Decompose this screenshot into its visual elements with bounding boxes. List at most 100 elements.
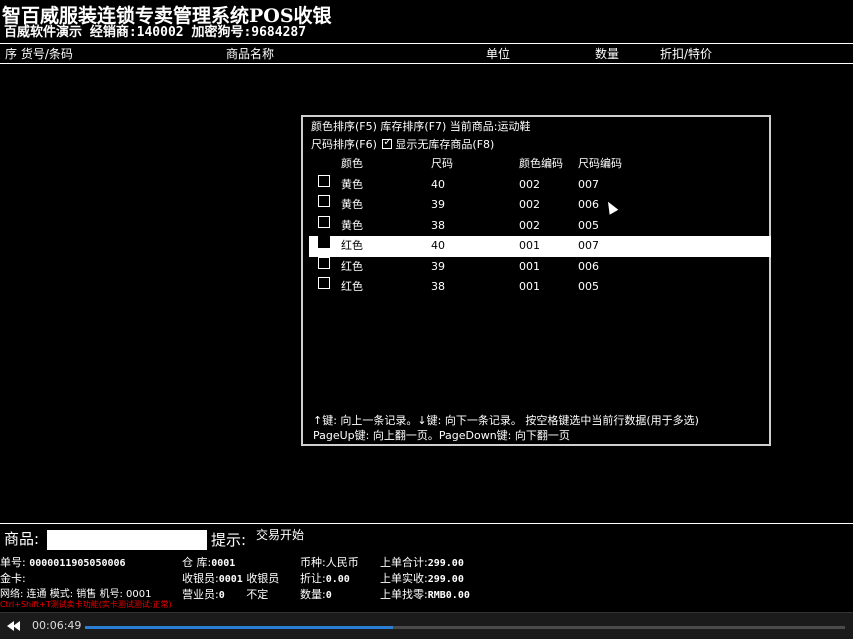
seek-bar-progress — [85, 626, 393, 629]
hint-label: 提示: — [211, 531, 247, 549]
row-checkbox[interactable] — [318, 195, 330, 208]
currency-label: 币种: — [300, 556, 326, 569]
table-row[interactable]: 黄色 38 002 005 — [309, 215, 771, 236]
ctrl-shortcut-hint: Ctrl+Shift+T测试卖卡功能(实卡测试测试:正常) — [0, 600, 172, 609]
row-checkbox[interactable] — [318, 256, 330, 269]
col-size-code: 尺码编码 — [578, 157, 622, 170]
show-no-stock-checkbox[interactable] — [382, 137, 393, 149]
row-size: 40 — [431, 239, 445, 253]
table-row[interactable]: 黄色 39 002 006 — [309, 195, 771, 215]
cashier-value: 0001 — [218, 574, 243, 585]
hint-message: 交易开始 — [256, 528, 305, 542]
row-checkbox[interactable] — [318, 215, 330, 228]
row-color: 红色 — [341, 279, 363, 293]
row-color-code: 001 — [519, 239, 540, 253]
row-color: 黄色 — [341, 218, 363, 232]
row-size-code: 007 — [578, 239, 599, 253]
row-checkbox-checked[interactable] — [318, 236, 330, 249]
last-paid-label: 上单实收: — [380, 572, 428, 585]
row-color-code: 002 — [519, 218, 540, 232]
salesperson: 营业员:0 不定 — [182, 588, 268, 602]
variant-table-header: 颜色 尺码 颜色编码 尺码编码 — [309, 157, 769, 171]
row-color-code: 001 — [519, 259, 540, 273]
help-line-arrows: ↑键: 向上一条记录。↓键: 向下一条记录。 按空格键选中当前行数据(用于多选) — [313, 414, 699, 427]
row-size-code: 005 — [578, 218, 599, 232]
video-player-bar: 00:06:49 — [0, 612, 853, 639]
color-size-dialog: 颜色排序(F5) 库存排序(F7) 当前商品:运动鞋 尺码排序(F6) 显示无库… — [301, 115, 771, 446]
seek-bar[interactable] — [85, 626, 845, 629]
row-size-code: 006 — [578, 198, 599, 212]
row-color: 黄色 — [341, 198, 363, 212]
order-number: 单号: 0000011905050006 — [0, 556, 126, 570]
discount-value: 0.00 — [325, 574, 350, 585]
warehouse-label: 仓 库: — [182, 556, 212, 569]
quantity-label: 数量: — [300, 588, 326, 601]
size-sort-option[interactable]: 尺码排序(F6) — [311, 138, 377, 151]
table-row-selected[interactable]: 红色 40 001 007 — [309, 236, 771, 257]
order-number-value: 0000011905050006 — [29, 558, 126, 569]
row-checkbox[interactable] — [318, 175, 330, 187]
cashier-label: 收银员: — [182, 572, 219, 585]
product-label: 商品: — [4, 530, 40, 548]
row-color-code: 002 — [519, 178, 540, 191]
col-seq-code: 序 货号/条码 — [5, 47, 73, 61]
table-row[interactable]: 红色 39 001 006 — [309, 256, 771, 277]
row-size-code: 005 — [578, 279, 599, 293]
cashier-role: 收银员 — [246, 572, 280, 585]
product-input[interactable] — [47, 530, 207, 550]
warehouse: 仓 库:0001 — [182, 556, 235, 570]
col-product-name: 商品名称 — [226, 47, 275, 61]
row-color: 红色 — [341, 259, 363, 273]
status-panel: 商品: 提示: 交易开始 单号: 0000011905050006 金卡: 网络… — [0, 523, 853, 612]
playback-time: 00:06:49 — [32, 619, 82, 632]
rewind-icon[interactable] — [7, 621, 21, 632]
currency-value: 人民币 — [325, 556, 359, 569]
help-line-paging: PageUp键: 向上翻一页。PageDown键: 向下翻一页 — [313, 429, 570, 442]
row-size: 40 — [431, 178, 445, 191]
row-size-code: 006 — [578, 259, 599, 273]
col-color-code: 颜色编码 — [519, 157, 563, 170]
row-checkbox[interactable] — [318, 276, 330, 289]
last-total-value: 299.00 — [427, 558, 464, 569]
currency: 币种:人民币 — [300, 556, 359, 569]
salesperson-label: 营业员: — [182, 588, 219, 601]
row-size: 38 — [431, 279, 445, 293]
quantity-value: 0 — [325, 590, 332, 601]
cashier: 收银员:0001 收银员 — [182, 572, 279, 586]
sort-options-line[interactable]: 颜色排序(F5) 库存排序(F7) 当前商品:运动鞋 — [311, 120, 531, 134]
show-no-stock-label: 显示无库存商品(F8) — [395, 138, 495, 151]
row-color: 红色 — [341, 239, 363, 253]
col-unit: 单位 — [486, 47, 511, 61]
col-quantity: 数量 — [595, 47, 620, 61]
row-size-code: 007 — [578, 178, 599, 191]
last-total-label: 上单合计: — [380, 556, 428, 569]
salesperson-value: 0 — [218, 590, 225, 601]
title-bar: 智百威服装连锁专卖管理系统POS收银 百威软件演示 经销商:140002 加密狗… — [0, 0, 853, 44]
warehouse-value: 0001 — [211, 558, 236, 569]
col-discount: 折扣/特价 — [660, 47, 713, 61]
size-sort-line: 尺码排序(F6) 显示无库存商品(F8) — [311, 137, 495, 152]
variant-table: 黄色 40 002 007 黄色 39 002 006 黄色 38 002 00… — [309, 175, 771, 297]
row-color-code: 001 — [519, 279, 540, 293]
app-title: 智百威服装连锁专卖管理系统POS收银 — [2, 5, 332, 27]
app-subtitle: 百威软件演示 经销商:140002 加密狗号:9684287 — [4, 25, 307, 40]
last-change-value: RMB0.00 — [427, 590, 470, 601]
row-size: 39 — [431, 198, 445, 212]
row-size: 38 — [431, 218, 445, 232]
row-color-code: 002 — [519, 198, 540, 212]
quantity: 数量:0 — [300, 588, 332, 602]
discount-label: 折让: — [300, 572, 326, 585]
last-change-label: 上单找零: — [380, 588, 428, 601]
last-paid-value: 299.00 — [427, 574, 464, 585]
table-row[interactable]: 黄色 40 002 007 — [309, 175, 771, 195]
col-size: 尺码 — [431, 157, 453, 170]
gold-card: 金卡: — [0, 572, 26, 585]
order-number-label: 单号: — [0, 556, 26, 569]
salesperson-extra: 不定 — [246, 588, 269, 601]
last-order-change: 上单找零:RMB0.00 — [380, 588, 470, 602]
table-row[interactable]: 红色 38 001 005 — [309, 276, 771, 297]
col-color: 颜色 — [341, 157, 363, 170]
sales-grid-header: 序 货号/条码 商品名称 单位 数量 折扣/特价 — [0, 45, 853, 64]
row-size: 39 — [431, 259, 445, 273]
last-order-total: 上单合计:299.00 — [380, 556, 464, 570]
